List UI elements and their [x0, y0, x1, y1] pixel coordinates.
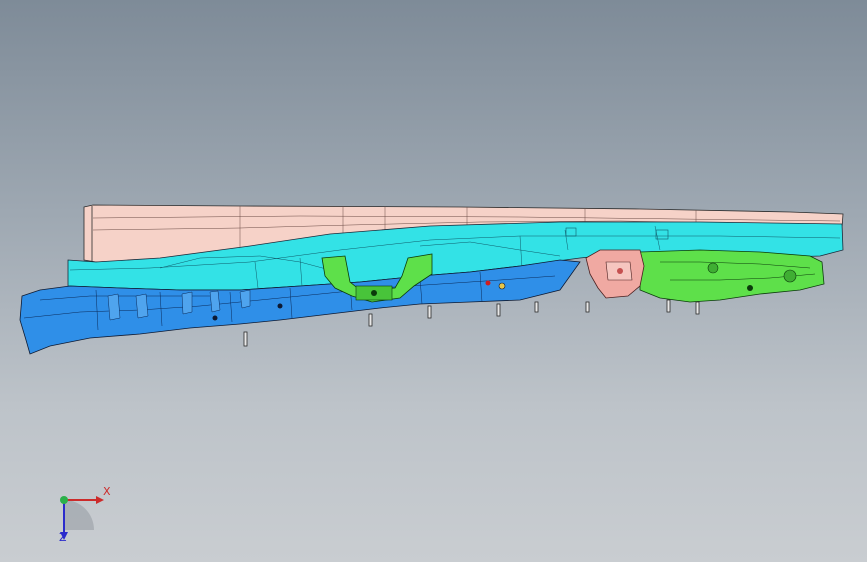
coordinate-triad: X Z — [44, 480, 124, 550]
triad-z-label: Z — [59, 531, 67, 544]
rear-mount-pink[interactable] — [585, 249, 645, 299]
triad-x-label: X — [103, 485, 111, 498]
graphics-viewport[interactable]: X Z — [0, 0, 867, 562]
green-bracket-rear[interactable] — [639, 249, 825, 303]
triad-axes — [60, 496, 104, 540]
cad-assembly-model[interactable] — [0, 0, 867, 562]
